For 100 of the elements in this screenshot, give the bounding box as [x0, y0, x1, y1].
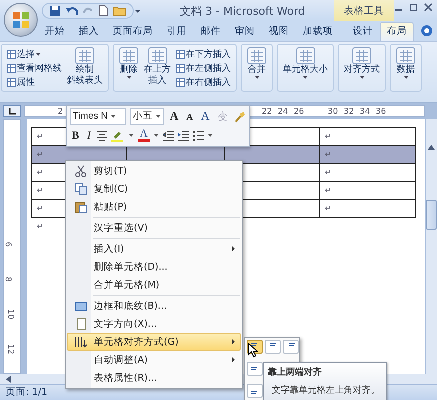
mouse-pointer-icon — [248, 343, 258, 358]
bullet-list-icon[interactable] — [192, 130, 204, 140]
table-icon — [148, 47, 168, 65]
ribbon-tab[interactable]: 引用 — [160, 22, 194, 41]
menu-item[interactable]: 文字方向(X)... — [67, 315, 241, 333]
ruler-number: 30 — [328, 107, 338, 116]
scroll-left-icon — [6, 376, 11, 382]
button-label: 对齐方式 — [344, 65, 380, 76]
button-label: 在上方 — [144, 65, 171, 76]
ribbon-button[interactable]: 属性 — [6, 76, 63, 88]
maximize-icon[interactable] — [409, 3, 418, 12]
ribbon-button[interactable]: 在下方插入 — [175, 48, 232, 60]
ribbon-button[interactable]: 在右侧插入 — [175, 76, 232, 88]
ruler-number: 8 — [4, 276, 14, 282]
table-icon — [7, 78, 16, 86]
highlighter-icon[interactable] — [111, 130, 126, 142]
ribbon-tab[interactable]: 插入 — [72, 22, 106, 41]
office-logo-icon — [12, 11, 30, 29]
paragraph-mark: ↵ — [37, 168, 44, 177]
ribbon-tab[interactable]: 邮件 — [194, 22, 228, 41]
button-label: 单元格大小 — [283, 65, 328, 76]
menu-item[interactable]: 删除单元格(D)... — [67, 258, 241, 276]
font-name-field[interactable]: Times N — [70, 108, 126, 125]
caret-icon[interactable] — [154, 134, 159, 137]
tab-selector-button[interactable] — [3, 105, 21, 117]
scrollbar-thumb[interactable] — [426, 200, 437, 230]
paragraph-mark: ↵ — [37, 186, 44, 195]
alignment-option[interactable] — [247, 384, 263, 398]
menu-item[interactable]: 单元格对齐方式(G) — [67, 333, 241, 351]
office-button[interactable] — [4, 3, 38, 37]
text-direction-icon — [74, 336, 86, 348]
button-label: 数据 — [397, 65, 415, 76]
menu-item[interactable]: 粘贴(P) — [67, 198, 241, 216]
table-icon — [247, 47, 267, 65]
paragraph-mark: ↵ — [37, 204, 44, 213]
caret-icon[interactable] — [208, 134, 213, 137]
table-icon — [352, 47, 372, 65]
ribbon-tab[interactable]: 布局 — [380, 22, 414, 41]
menu-item[interactable]: 合并单元格(M) — [67, 276, 241, 294]
save-icon[interactable] — [49, 4, 61, 16]
button-label: 插入 — [148, 76, 166, 87]
menu-item[interactable]: 插入(I) — [67, 240, 241, 258]
undo-icon[interactable] — [65, 4, 79, 16]
tooltip-description: 文字靠单元格左上角对齐。 — [271, 384, 381, 397]
caret-icon[interactable] — [129, 134, 134, 137]
paragraph-mark: ↵ — [325, 150, 332, 159]
ribbon-tab[interactable]: 审阅 — [228, 22, 262, 41]
paragraph-mark: ↵ — [37, 132, 44, 141]
bold-button[interactable]: B — [70, 130, 82, 142]
shrink-font-button[interactable]: A — [184, 112, 196, 122]
table-icon — [296, 47, 316, 65]
font-size-field[interactable]: 小五 — [130, 108, 164, 125]
new-document-icon[interactable] — [99, 4, 109, 16]
window-title: 文档 3 - Microsoft Word — [180, 4, 306, 19]
merge-cells-icon — [74, 300, 86, 312]
italic-button[interactable]: I — [85, 130, 94, 142]
menu-item[interactable]: 自动调整(A) — [67, 351, 241, 369]
ruler-number: 24 — [278, 107, 288, 116]
ribbon-button[interactable]: 查看网格线 — [6, 62, 63, 74]
ribbon-tab[interactable]: 设计 — [346, 22, 380, 41]
menu-item[interactable]: 汉字重选(V) — [67, 219, 241, 237]
ruler-number: 2 — [58, 107, 64, 116]
ribbon-tab[interactable]: 加载项 — [296, 22, 340, 41]
menu-item[interactable]: 表格属性(R)... — [67, 369, 241, 387]
scroll-up-icon — [428, 145, 435, 150]
menu-item[interactable]: 剪切(T) — [67, 162, 241, 180]
increase-indent-icon[interactable] — [178, 130, 189, 140]
close-icon[interactable] — [424, 3, 433, 12]
table-icon — [176, 78, 185, 86]
table-icon — [7, 50, 16, 58]
ribbon-tab[interactable]: 视图 — [262, 22, 296, 41]
ribbon-tab[interactable]: 开始 — [38, 22, 72, 41]
font-color-button[interactable]: A — [138, 129, 150, 142]
alignment-option[interactable] — [283, 340, 299, 354]
center-align-icon[interactable] — [97, 130, 108, 140]
alignment-option[interactable] — [265, 340, 281, 354]
help-icon[interactable] — [421, 25, 433, 37]
menu-item[interactable]: 边框和底纹(B)... — [67, 297, 241, 315]
styles-button[interactable]: A — [199, 109, 212, 124]
ruler-number: 32 — [344, 107, 354, 116]
ribbon-button[interactable]: 在左侧插入 — [175, 62, 232, 74]
decrease-indent-icon[interactable] — [162, 130, 174, 140]
grow-font-button[interactable]: A — [168, 109, 181, 124]
paragraph-mark: ↵ — [325, 168, 332, 177]
page-count[interactable]: 页面: 1/1 — [6, 386, 48, 399]
menu-item[interactable]: 复制(C) — [67, 180, 241, 198]
ribbon-button[interactable]: 删除 — [118, 47, 140, 89]
paragraph-mark: ↵ — [325, 204, 332, 213]
contextual-tab-group: 表格工具 — [334, 0, 394, 21]
ribbon-button[interactable]: 在上方 插入 — [143, 47, 172, 89]
ribbon-button[interactable]: 选择 — [6, 48, 63, 60]
alignment-option[interactable] — [247, 362, 263, 376]
ribbon-tab[interactable]: 页面布局 — [106, 22, 160, 41]
brush-icon[interactable] — [234, 110, 246, 122]
copy-icon — [74, 183, 86, 195]
vertical-scrollbar[interactable] — [425, 119, 437, 374]
table-icon — [75, 47, 95, 65]
ribbon-button[interactable]: 绘制 斜线表头 — [66, 47, 104, 89]
table-icon — [119, 47, 139, 65]
paragraph-mark: ↵ — [37, 222, 44, 231]
